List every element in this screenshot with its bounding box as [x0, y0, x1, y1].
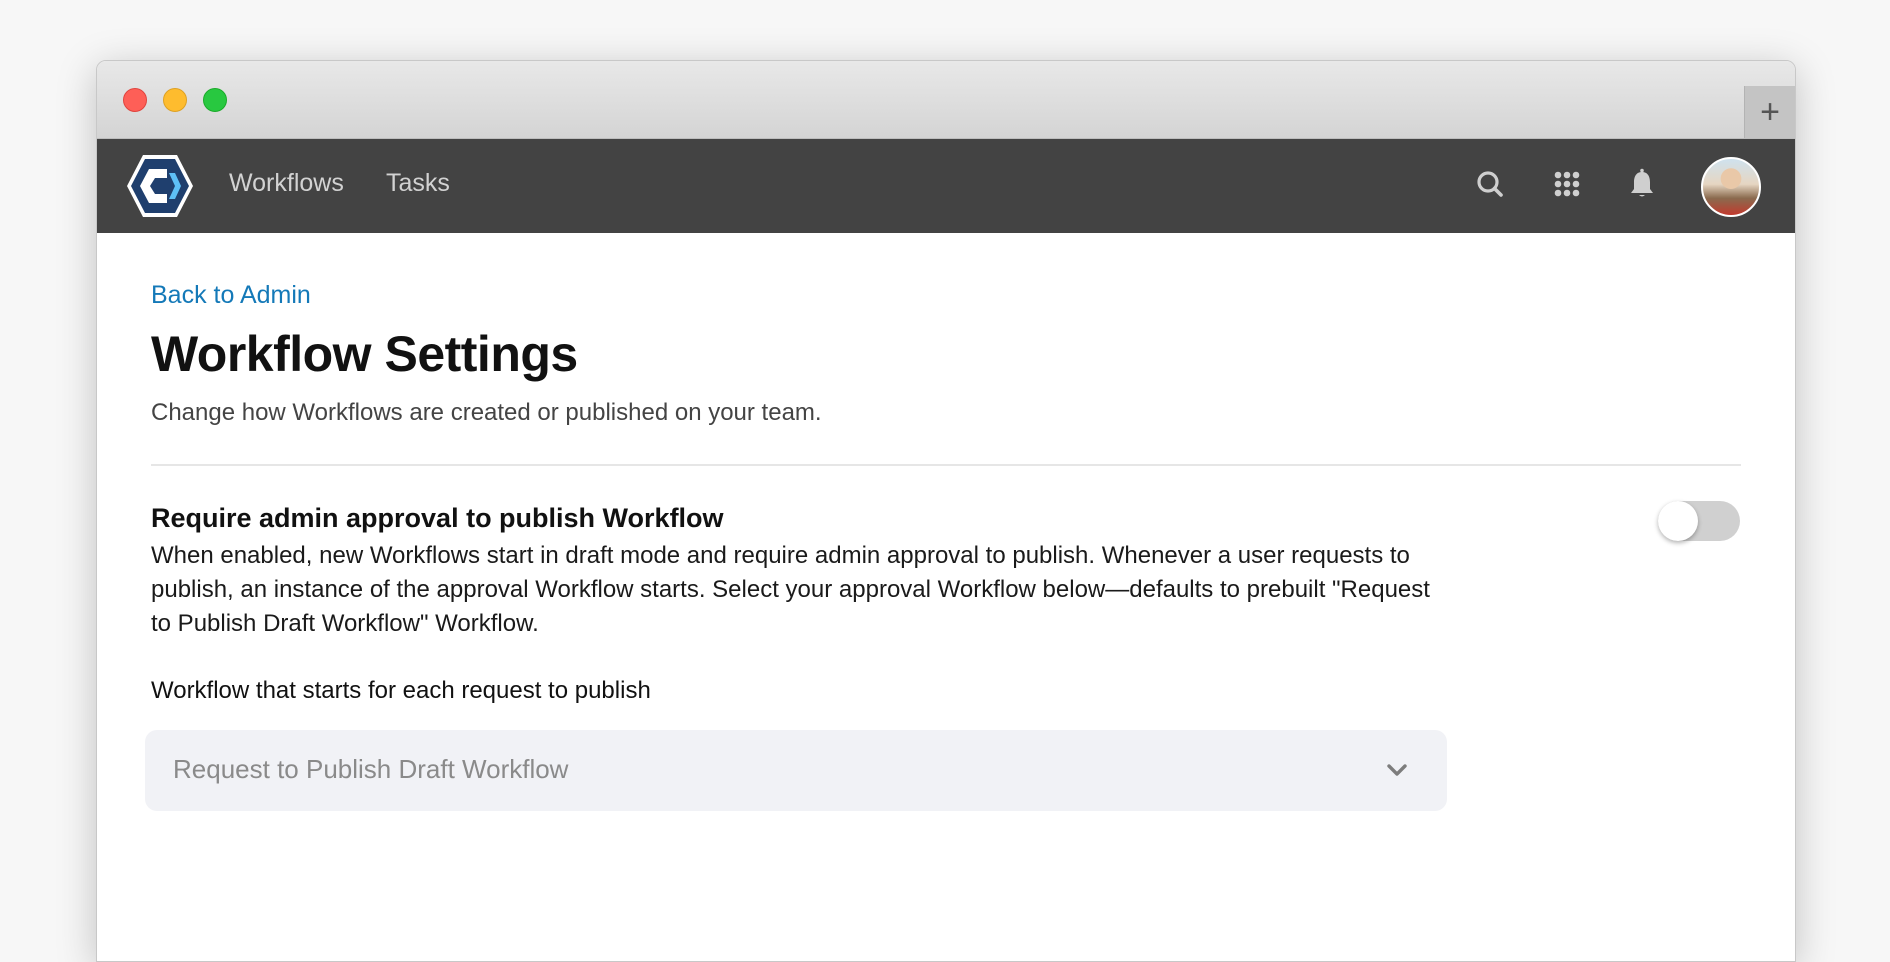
- minimize-window-button[interactable]: [163, 88, 187, 112]
- page-title: Workflow Settings: [151, 326, 578, 382]
- setting-description: When enabled, new Workflows start in dra…: [151, 542, 1430, 637]
- page-subtitle: Change how Workflows are created or publ…: [151, 399, 822, 426]
- back-to-admin-link[interactable]: Back to Admin: [151, 281, 311, 310]
- new-tab-button[interactable]: +: [1744, 86, 1795, 138]
- approval-workflow-label: Workflow that starts for each request to…: [151, 677, 651, 704]
- setting-title: Require admin approval to publish Workfl…: [151, 503, 724, 533]
- title-bar: +: [97, 61, 1795, 139]
- require-approval-toggle[interactable]: [1658, 501, 1740, 541]
- maximize-window-button[interactable]: [203, 88, 227, 112]
- top-navbar: Workflows Tasks: [97, 139, 1795, 233]
- close-window-button[interactable]: [123, 88, 147, 112]
- selected-workflow-value: Request to Publish Draft Workflow: [173, 754, 569, 784]
- user-avatar[interactable]: [1701, 157, 1761, 217]
- app-logo[interactable]: [125, 153, 195, 219]
- section-divider: [151, 464, 1741, 466]
- main-content: Back to Admin Workflow Settings Change h…: [97, 233, 1795, 961]
- plus-icon: +: [1760, 93, 1780, 131]
- nav-link-workflows[interactable]: Workflows: [229, 169, 344, 198]
- search-icon[interactable]: [1473, 167, 1509, 203]
- browser-window: + Workflows Tasks Back to Admin Workflow…: [96, 60, 1796, 962]
- nav-link-tasks[interactable]: Tasks: [386, 169, 450, 198]
- approval-workflow-select[interactable]: Request to Publish Draft Workflow: [145, 730, 1447, 811]
- apps-grid-icon[interactable]: [1549, 167, 1585, 203]
- bell-icon[interactable]: [1624, 167, 1660, 203]
- toggle-knob: [1658, 501, 1698, 541]
- chevron-down-icon: [1387, 764, 1407, 776]
